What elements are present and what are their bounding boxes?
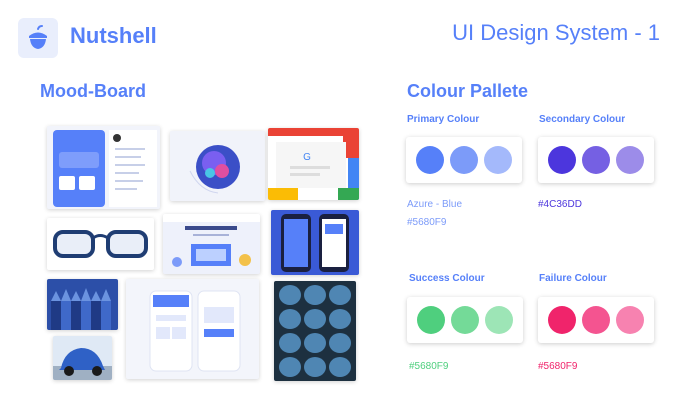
page-title: UI Design System - 1	[452, 20, 660, 45]
secondary-dot-1	[548, 146, 576, 174]
primary-colour-label: Primary Colour	[407, 114, 480, 125]
failure-dot-1	[548, 306, 576, 334]
success-colour-label: Success Colour	[409, 273, 485, 284]
primary-dot-2	[450, 146, 478, 174]
primary-swatch-card	[406, 137, 522, 183]
blue-eggs-image	[274, 281, 356, 381]
primary-dot-1	[416, 146, 444, 174]
logo	[18, 18, 58, 58]
abstract-art-image	[170, 131, 265, 201]
nut-icon	[29, 25, 47, 49]
brand-name: Nutshell	[70, 23, 157, 48]
svg-text:G: G	[303, 152, 311, 163]
success-dot-3	[485, 306, 513, 334]
secondary-colour-label: Secondary Colour	[539, 114, 626, 125]
secondary-swatch-card	[538, 137, 654, 183]
failure-colour-hex: #5680F9	[538, 361, 578, 372]
blue-pencils-image	[47, 279, 118, 330]
success-swatch-card	[407, 297, 523, 343]
failure-colour-label: Failure Colour	[539, 273, 607, 284]
secondary-colour-hex: #4C36DD	[538, 199, 582, 210]
primary-colour-name: Azure - Blue	[407, 199, 463, 210]
google-search-image: G	[268, 128, 359, 200]
failure-dot-2	[582, 306, 610, 334]
success-dot-2	[451, 306, 479, 334]
phone-mockup-image	[271, 210, 359, 275]
primary-dot-3	[484, 146, 512, 174]
beetle-car-image	[53, 336, 112, 380]
moodboard-title: Mood-Board	[40, 81, 146, 101]
success-dot-1	[417, 306, 445, 334]
secondary-dot-3	[616, 146, 644, 174]
primary-colour-hex: #5680F9	[407, 217, 447, 228]
secondary-dot-2	[582, 146, 610, 174]
eyeglasses-image	[47, 218, 154, 270]
failure-swatch-card	[538, 297, 654, 343]
dashboard-app-image	[47, 126, 160, 209]
success-colour-hex: #5680F9	[409, 361, 449, 372]
pallete-title: Colour Pallete	[407, 81, 529, 101]
dashboard-phones-image	[126, 279, 259, 379]
failure-dot-3	[616, 306, 644, 334]
landing-page-image	[163, 214, 260, 274]
